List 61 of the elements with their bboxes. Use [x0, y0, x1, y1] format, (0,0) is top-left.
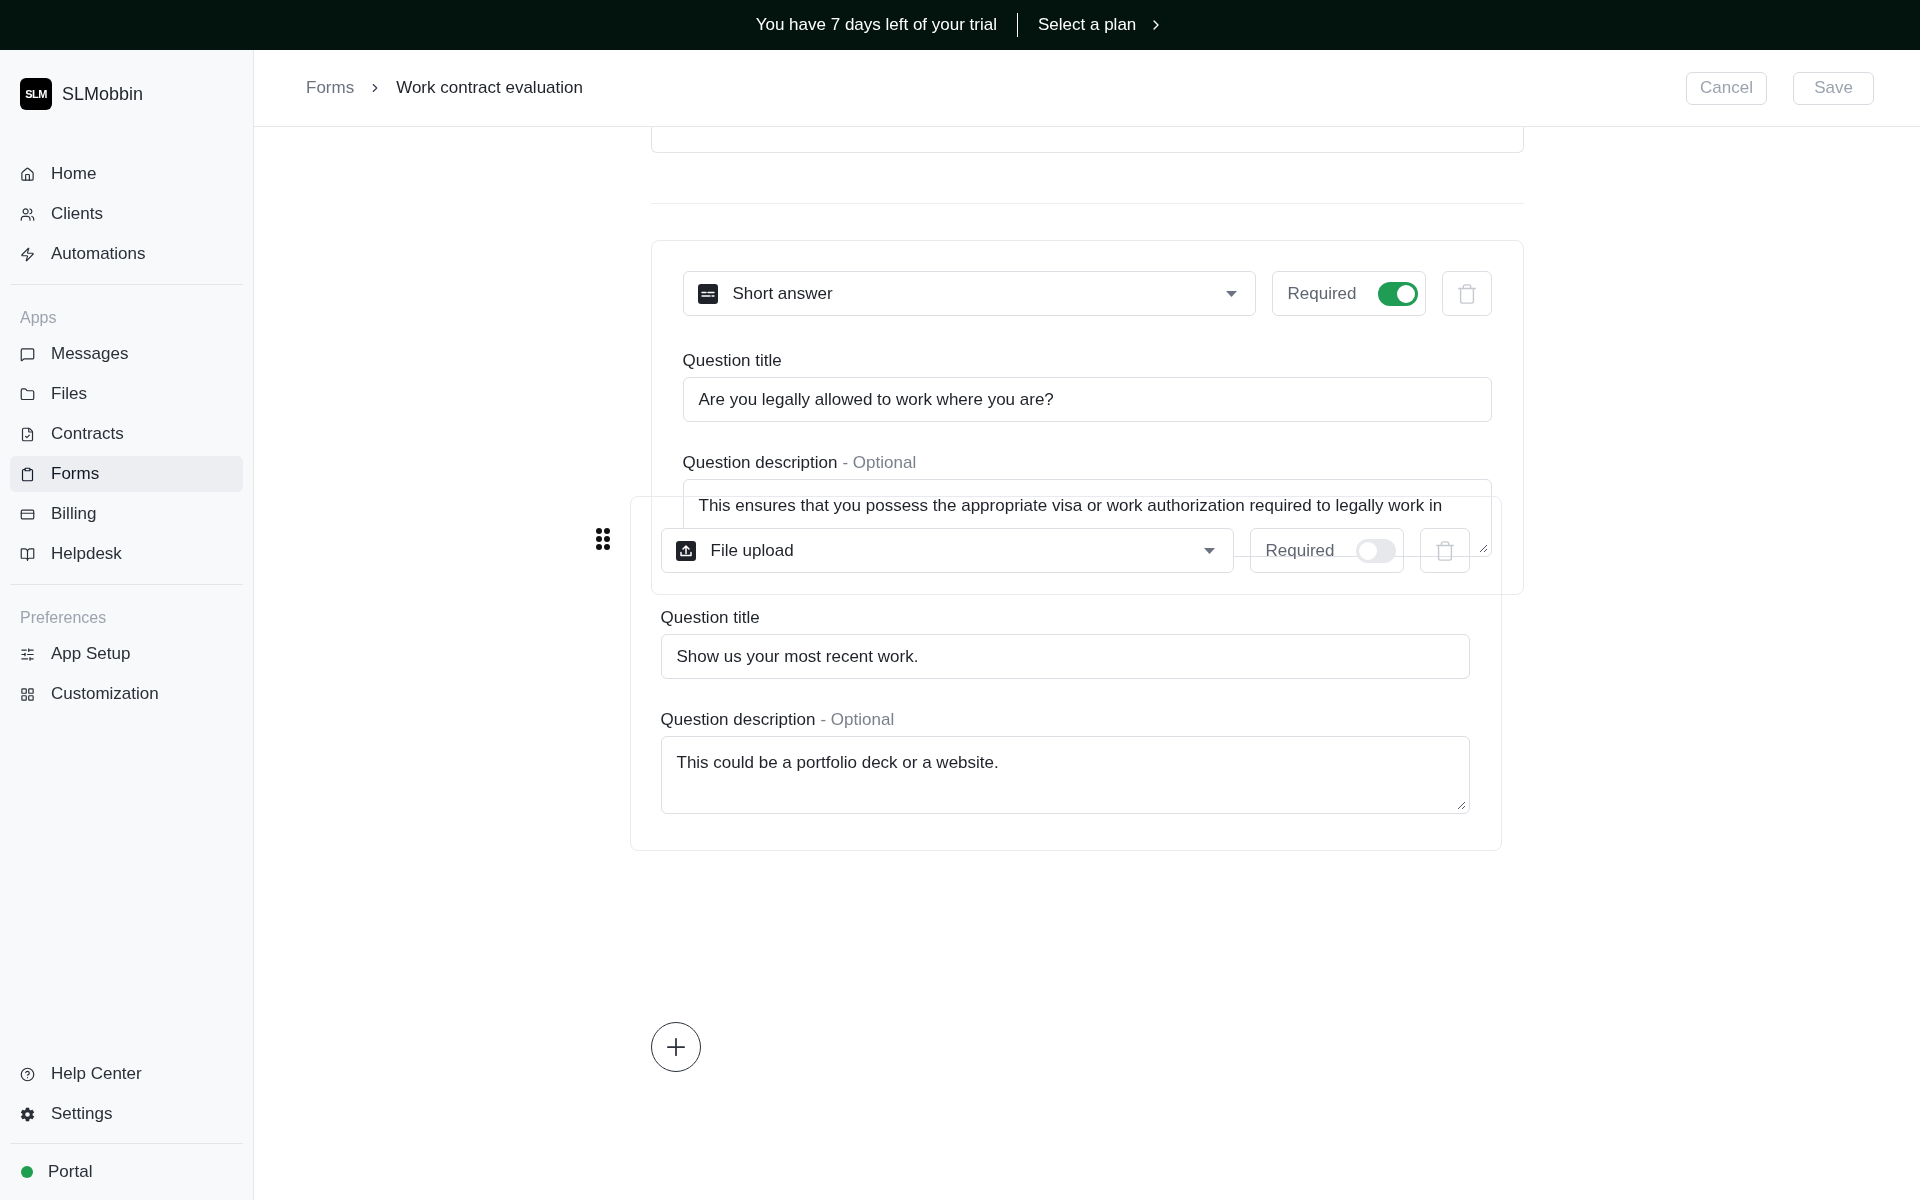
- sidebar-item[interactable]: Customization: [10, 676, 243, 712]
- sidebar-item[interactable]: Home: [10, 156, 243, 192]
- trash-icon: [1455, 282, 1478, 305]
- grid-icon: [20, 686, 35, 702]
- upload-icon: [675, 540, 696, 561]
- field-label: Question title: [682, 351, 782, 371]
- breadcrumb-current: Work contract evaluation: [396, 77, 583, 100]
- sidebar-item[interactable]: Messages: [10, 336, 243, 372]
- resize-handle-icon: [1478, 544, 1488, 553]
- sidebar-item[interactable]: Billing: [10, 496, 243, 532]
- add-question-button[interactable]: [650, 1022, 701, 1072]
- chat-bubble-icon: [20, 346, 35, 362]
- home-icon: [20, 166, 35, 182]
- section-heading: Preferences: [20, 608, 107, 628]
- brand-logo: SLM: [20, 78, 52, 110]
- caret-down-icon: [1203, 547, 1215, 554]
- input-field[interactable]: [650, 127, 1524, 153]
- short-text-icon: [697, 283, 718, 304]
- document-check-icon: [20, 426, 35, 442]
- required-toggle[interactable]: [1377, 281, 1418, 306]
- sliders-icon: [20, 646, 35, 662]
- caret-down-icon: [1225, 290, 1237, 297]
- sidebar-item[interactable]: Contracts: [10, 416, 243, 452]
- resize-handle-icon: [1456, 801, 1466, 810]
- drag-handle-icon[interactable]: [595, 528, 610, 550]
- lightning-icon: [20, 246, 35, 262]
- field-label: Question description: [660, 710, 816, 730]
- credit-card-icon: [20, 506, 35, 522]
- users-icon: [20, 206, 35, 222]
- required-label: Required: [1287, 282, 1357, 305]
- trash-icon: [1433, 539, 1456, 562]
- clipboard-icon: [20, 466, 35, 482]
- trial-message: You have 7 days left of your trial: [755, 14, 997, 37]
- field-label: Question title: [660, 608, 760, 628]
- sidebar-item[interactable]: Portal: [10, 1154, 243, 1190]
- field-label: Question description: [682, 453, 838, 473]
- question-type-select[interactable]: File upload: [660, 528, 1234, 573]
- delete-button[interactable]: [1441, 271, 1492, 316]
- optional-note: - Optional: [820, 710, 895, 730]
- settings-icon: [20, 1106, 35, 1122]
- question-description-field[interactable]: This could be a portfolio deck or a website.: [660, 736, 1470, 814]
- brand-name: SLMobbin: [62, 82, 144, 106]
- delete-button[interactable]: [1419, 528, 1470, 573]
- sidebar-item[interactable]: Settings: [10, 1096, 243, 1132]
- select-plan-link[interactable]: Select a plan: [1038, 12, 1165, 38]
- sidebar-item[interactable]: Clients: [10, 196, 243, 232]
- sidebar-item[interactable]: Forms: [10, 456, 243, 492]
- book-icon: [20, 546, 35, 562]
- question-title-field[interactable]: Show us your most recent work.: [660, 634, 1470, 679]
- help-icon: [20, 1066, 35, 1082]
- sidebar-item[interactable]: Automations: [10, 236, 243, 272]
- breadcrumb-link[interactable]: Forms: [306, 75, 355, 101]
- sidebar-item[interactable]: Helpdesk: [10, 536, 243, 572]
- question-title-field[interactable]: Are you legally allowed to work where you are?: [682, 377, 1492, 422]
- folder-icon: [20, 386, 35, 402]
- sidebar-item[interactable]: Help Center: [10, 1056, 243, 1092]
- optional-note: - Optional: [842, 453, 917, 473]
- sidebar-item[interactable]: Files: [10, 376, 243, 412]
- question-type-select[interactable]: Short answer: [682, 271, 1256, 316]
- section-heading: Apps: [20, 308, 57, 328]
- sidebar-item[interactable]: App Setup: [10, 636, 243, 672]
